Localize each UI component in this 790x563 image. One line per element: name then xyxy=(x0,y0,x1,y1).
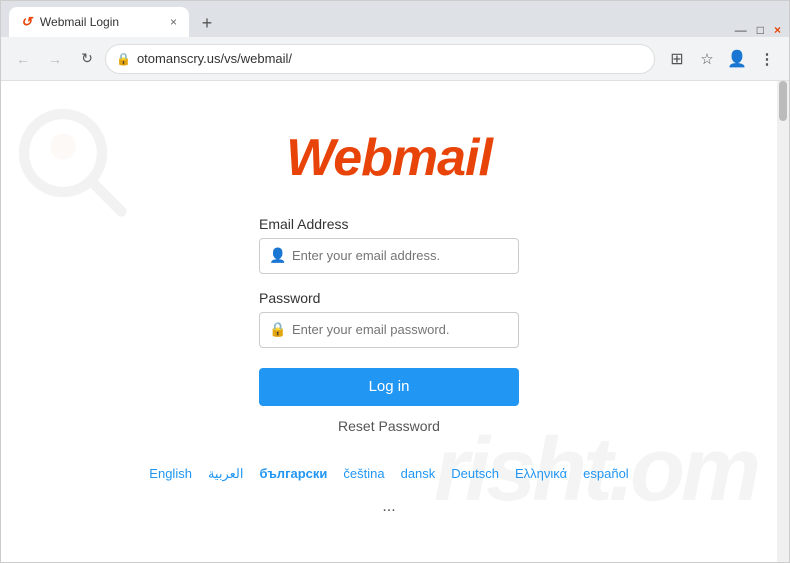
active-tab[interactable]: ↺ Webmail Login × xyxy=(9,7,189,37)
grid-button[interactable]: ⊞ xyxy=(663,45,691,73)
browser-window: ↺ Webmail Login × + — □ × ← → ↻ 🔒 otoman… xyxy=(0,0,790,563)
user-icon: 👤 xyxy=(269,247,286,264)
password-label: Password xyxy=(259,290,519,306)
browser-toolbar: ← → ↻ 🔒 otomanscry.us/vs/webmail/ ⊞ ☆ 👤 … xyxy=(1,37,789,81)
lang-english[interactable]: English xyxy=(149,466,192,482)
login-container: Webmail Email Address 👤 Password 🔒 Log i… xyxy=(1,81,777,562)
minimize-button[interactable]: — xyxy=(735,23,747,37)
reload-icon: ↻ xyxy=(81,50,93,67)
password-form-group: Password 🔒 xyxy=(259,290,519,348)
lang-arabic[interactable]: العربية xyxy=(208,466,244,482)
scrollbar[interactable] xyxy=(777,81,789,562)
lang-german[interactable]: Deutsch xyxy=(451,466,499,482)
tab-title: Webmail Login xyxy=(40,15,119,29)
menu-button[interactable]: ⋮ xyxy=(753,45,781,73)
email-input[interactable] xyxy=(259,238,519,274)
url-text: otomanscry.us/vs/webmail/ xyxy=(137,51,292,66)
window-controls: — □ × xyxy=(735,23,781,37)
webmail-logo: Webmail xyxy=(286,128,492,188)
page-content: risht.om Webmail Email Address 👤 Passwor… xyxy=(1,81,789,562)
toolbar-actions: ⊞ ☆ 👤 ⋮ xyxy=(663,45,781,73)
lang-spanish[interactable]: español xyxy=(583,466,629,482)
lang-greek[interactable]: Ελληνικά xyxy=(515,466,567,482)
back-icon: ← xyxy=(16,51,30,67)
tab-bar: ↺ Webmail Login × + — □ × xyxy=(1,1,789,37)
lock-icon: 🔒 xyxy=(116,52,131,66)
tab-close-button[interactable]: × xyxy=(170,15,177,29)
lang-bulgarian[interactable]: български xyxy=(259,466,327,482)
tab-favicon: ↺ xyxy=(21,14,32,30)
lock-input-icon: 🔒 xyxy=(269,321,286,338)
lang-danish[interactable]: dansk xyxy=(401,466,436,482)
new-tab-button[interactable]: + xyxy=(193,9,221,37)
language-bar: English العربية български čeština dansk … xyxy=(139,466,639,516)
reload-button[interactable]: ↻ xyxy=(73,45,101,73)
maximize-button[interactable]: □ xyxy=(757,23,764,37)
lang-czech[interactable]: čeština xyxy=(343,466,384,482)
forward-icon: → xyxy=(48,51,62,67)
reset-password-link[interactable]: Reset Password xyxy=(338,418,440,434)
bookmark-button[interactable]: ☆ xyxy=(693,45,721,73)
password-input-wrapper: 🔒 xyxy=(259,312,519,348)
email-input-wrapper: 👤 xyxy=(259,238,519,274)
email-form-group: Email Address 👤 xyxy=(259,216,519,274)
scrollbar-thumb[interactable] xyxy=(779,81,787,121)
address-bar[interactable]: 🔒 otomanscry.us/vs/webmail/ xyxy=(105,44,655,74)
email-label: Email Address xyxy=(259,216,519,232)
login-button[interactable]: Log in xyxy=(259,368,519,406)
back-button[interactable]: ← xyxy=(9,45,37,73)
more-languages-button[interactable]: ... xyxy=(382,498,395,516)
password-input[interactable] xyxy=(259,312,519,348)
close-window-button[interactable]: × xyxy=(774,23,781,37)
profile-button[interactable]: 👤 xyxy=(723,45,751,73)
forward-button[interactable]: → xyxy=(41,45,69,73)
